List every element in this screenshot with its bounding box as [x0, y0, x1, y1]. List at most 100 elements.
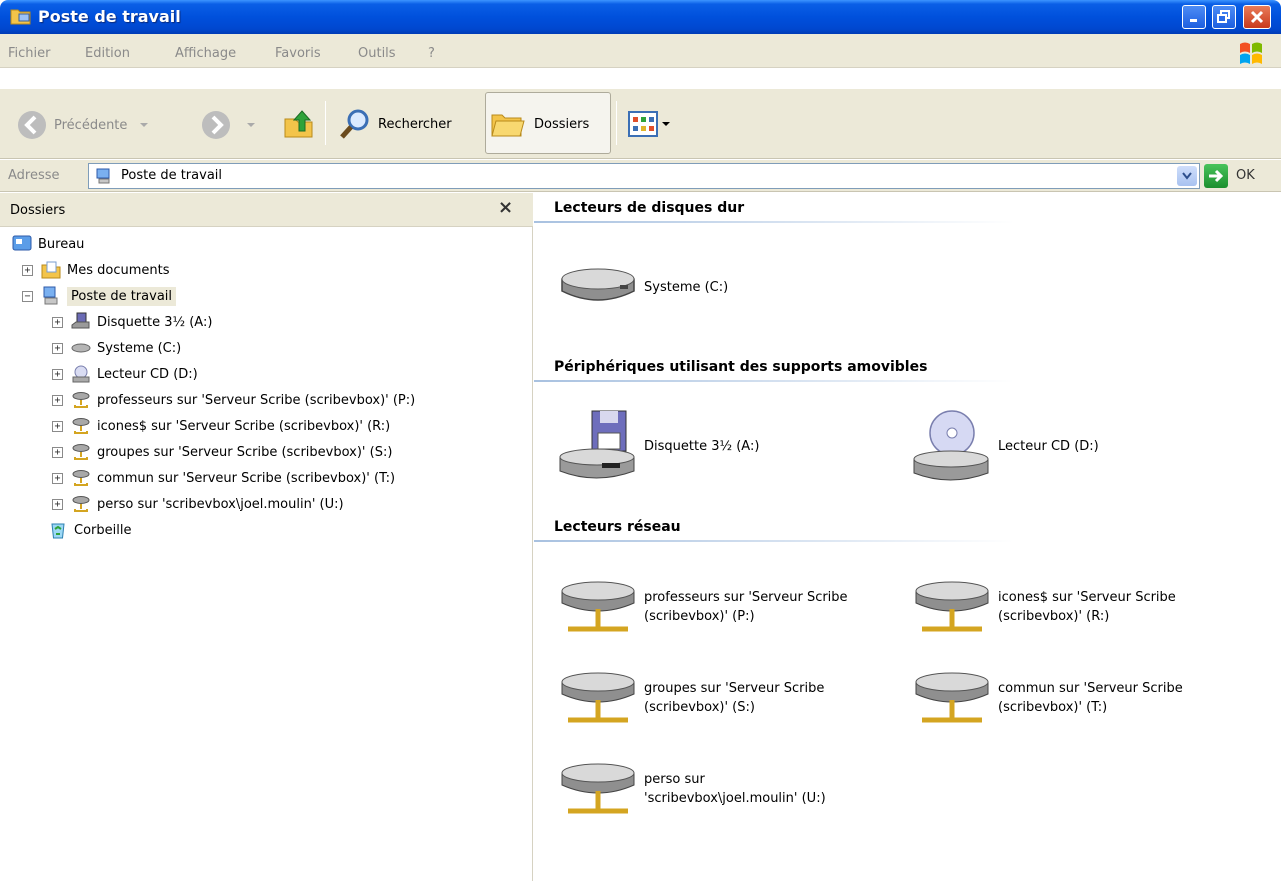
up-folder-icon	[284, 110, 313, 138]
views-icon	[628, 111, 658, 137]
menu-affichage[interactable]: Affichage	[175, 46, 236, 61]
toolbar-separator	[325, 101, 326, 145]
tree-item-lecteur-cd[interactable]: + Lecteur CD (D:)	[52, 361, 198, 387]
go-arrow-icon	[1209, 169, 1224, 183]
tree-item-label: icones$ sur 'Serveur Scribe (scribevbox)…	[97, 418, 391, 434]
drive-label: professeurs sur 'Serveur Scribe (scribev…	[644, 590, 848, 624]
network-drive-icon	[561, 672, 635, 723]
search-button[interactable]: Rechercher	[338, 107, 452, 141]
chevron-down-icon	[1182, 172, 1192, 180]
tree-item-corbeille[interactable]: Corbeille	[48, 517, 131, 543]
menu-help[interactable]: ?	[428, 46, 435, 61]
minimize-icon	[1190, 19, 1197, 22]
tree-item-mes-documents[interactable]: + Mes documents	[22, 257, 169, 283]
menu-bar: Fichier Edition Affichage Favoris Outils…	[0, 34, 1281, 68]
chevron-down-icon	[140, 123, 149, 127]
drive-item-lecteur-cd[interactable]: Lecteur CD (D:)	[912, 407, 1248, 485]
group-title-network: Lecteurs réseau	[554, 519, 681, 535]
floppy-drive-icon	[559, 410, 635, 479]
address-dropdown-button[interactable]	[1177, 166, 1197, 186]
chevron-down-icon	[662, 122, 670, 126]
title-bar[interactable]: Poste de travail	[0, 0, 1281, 34]
windows-logo-icon	[1240, 42, 1262, 64]
menu-favoris[interactable]: Favoris	[275, 46, 321, 61]
my-computer-icon	[43, 286, 58, 305]
menu-edition[interactable]: Edition	[85, 46, 130, 61]
expand-icon[interactable]: +	[52, 316, 63, 328]
tree-item-systeme[interactable]: + Systeme (C:)	[52, 335, 181, 361]
tree-item-poste-de-travail[interactable]: − Poste de travail	[22, 283, 177, 309]
group-divider	[534, 221, 1014, 223]
network-drive-icon	[561, 763, 635, 814]
drive-label: commun sur 'Serveur Scribe (scribevbox)'…	[998, 681, 1183, 715]
up-folder-button[interactable]	[282, 107, 316, 141]
address-bar: Adresse Poste de travail OK	[0, 160, 1281, 192]
search-icon	[340, 109, 369, 139]
go-button[interactable]	[1204, 164, 1228, 188]
forward-button[interactable]	[200, 109, 258, 141]
content-pane: Lecteurs de disques dur Systeme (C:) Pér…	[534, 193, 1281, 881]
network-drive-icon	[72, 392, 90, 408]
back-arrow-icon	[18, 111, 46, 139]
tree-item-label: Bureau	[38, 236, 85, 252]
address-label: Adresse	[8, 168, 60, 183]
tree-item-professeurs[interactable]: + professeurs sur 'Serveur Scribe (scrib…	[52, 387, 415, 413]
tree-item-perso[interactable]: + perso sur 'scribevbox\joel.moulin' (U:…	[52, 491, 344, 517]
hard-disk-icon	[561, 268, 635, 301]
address-value: Poste de travail	[121, 168, 223, 183]
close-icon	[1250, 10, 1264, 24]
network-drive-icon	[72, 470, 90, 486]
drive-label: Systeme (C:)	[644, 279, 729, 295]
drive-item-groupes[interactable]: groupes sur 'Serveur Scribe (scribevbox)…	[558, 666, 894, 730]
group-divider	[534, 540, 1014, 542]
drive-label: Lecteur CD (D:)	[998, 438, 1099, 454]
menu-outils[interactable]: Outils	[358, 46, 396, 61]
go-label[interactable]: OK	[1236, 168, 1255, 183]
folders-toggle-button[interactable]: Dossiers	[485, 92, 611, 154]
drive-label: groupes sur 'Serveur Scribe (scribevbox)…	[644, 681, 825, 715]
close-pane-icon[interactable]: ×	[498, 197, 513, 218]
tree-item-label: Systeme (C:)	[97, 340, 182, 356]
restore-button[interactable]	[1212, 5, 1236, 29]
tree-item-commun[interactable]: + commun sur 'Serveur Scribe (scribevbox…	[52, 465, 395, 491]
tree-item-groupes[interactable]: + groupes sur 'Serveur Scribe (scribevbo…	[52, 439, 392, 465]
drive-item-icones[interactable]: icones$ sur 'Serveur Scribe (scribevbox)…	[912, 575, 1248, 639]
folder-computer-icon	[10, 9, 31, 25]
forward-arrow-icon	[202, 111, 230, 139]
expand-icon[interactable]: +	[52, 498, 63, 510]
tree-item-label: Lecteur CD (D:)	[97, 366, 198, 382]
minimize-button[interactable]	[1182, 5, 1206, 29]
views-button[interactable]	[628, 111, 671, 137]
tree-item-bureau[interactable]: Bureau	[12, 231, 84, 257]
tree-item-label: Mes documents	[67, 262, 170, 278]
tree-item-disquette[interactable]: + Disquette 3½ (A:)	[52, 309, 212, 335]
expand-icon[interactable]: +	[52, 472, 63, 484]
network-drive-icon	[72, 444, 90, 460]
drive-item-systeme[interactable]: Systeme (C:)	[558, 259, 894, 315]
expand-icon[interactable]: +	[52, 368, 63, 380]
tree-item-label: Poste de travail	[67, 286, 177, 306]
restore-icon	[1217, 10, 1230, 23]
back-label: Précédente	[54, 117, 128, 133]
tree-item-label: professeurs sur 'Serveur Scribe (scribev…	[97, 392, 416, 408]
drive-label: perso sur 'scribevbox\joel.moulin' (U:)	[644, 772, 826, 806]
expand-icon[interactable]: +	[52, 420, 63, 432]
menu-fichier[interactable]: Fichier	[8, 46, 51, 61]
toolbar-separator	[616, 101, 617, 145]
address-field[interactable]: Poste de travail	[88, 163, 1200, 189]
expand-icon[interactable]: +	[52, 446, 63, 458]
expand-icon[interactable]: +	[52, 342, 63, 354]
drive-item-professeurs[interactable]: professeurs sur 'Serveur Scribe (scribev…	[558, 575, 894, 639]
expand-icon[interactable]: +	[52, 394, 63, 406]
collapse-icon[interactable]: −	[22, 290, 33, 302]
folders-pane-title: Dossiers	[10, 203, 66, 218]
back-button[interactable]: Précédente	[16, 109, 151, 141]
drive-item-disquette[interactable]: Disquette 3½ (A:)	[558, 407, 894, 485]
toolbar: Précédente Rechercher Dossiers	[0, 89, 1281, 159]
drive-item-commun[interactable]: commun sur 'Serveur Scribe (scribevbox)'…	[912, 666, 1248, 730]
drive-item-perso[interactable]: perso sur 'scribevbox\joel.moulin' (U:)	[558, 757, 844, 821]
close-button[interactable]	[1243, 5, 1271, 29]
tree-item-icones[interactable]: + icones$ sur 'Serveur Scribe (scribevbo…	[52, 413, 390, 439]
tree-item-label: Disquette 3½ (A:)	[97, 314, 213, 330]
expand-icon[interactable]: +	[22, 264, 33, 276]
